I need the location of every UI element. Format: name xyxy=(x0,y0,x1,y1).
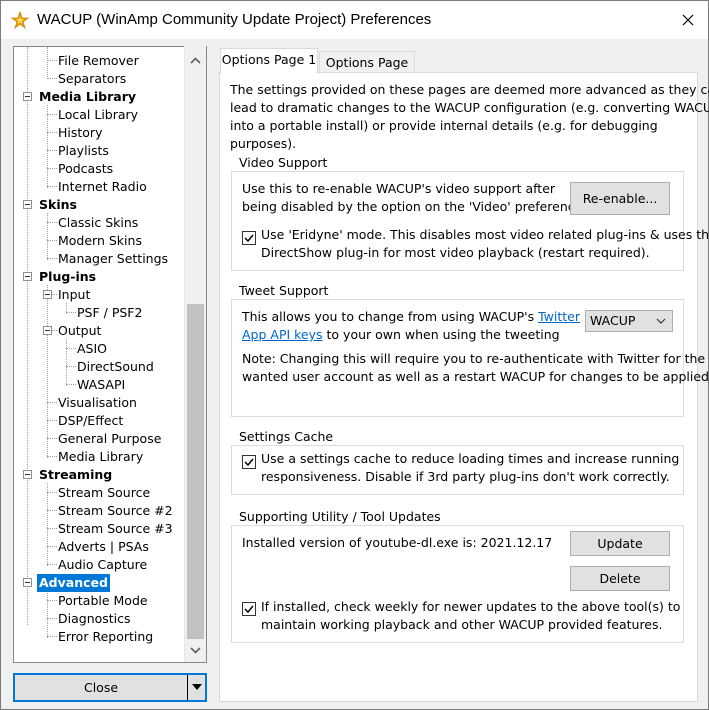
video-desc-line-2: being disabled by the option on the 'Vid… xyxy=(242,199,589,214)
tree-item-advanced[interactable]: Advanced xyxy=(14,574,186,592)
tree-item-visualisation[interactable]: Visualisation xyxy=(14,394,186,412)
tree-item-error-reporting[interactable]: Error Reporting xyxy=(14,628,186,646)
re-enable-button[interactable]: Re-enable... xyxy=(570,182,670,215)
tree-item-classic-skins[interactable]: Classic Skins xyxy=(14,214,186,232)
tree-item-audio-capture[interactable]: Audio Capture xyxy=(14,556,186,574)
settings-cache-checkbox[interactable] xyxy=(242,455,256,469)
tree-item-plug-ins[interactable]: Plug-ins xyxy=(14,268,186,286)
tree-item-directsound[interactable]: DirectSound xyxy=(14,358,186,376)
tool-updates-title: Supporting Utility / Tool Updates xyxy=(236,509,444,525)
preferences-tree[interactable]: File Remover Separators Media Library Lo… xyxy=(13,46,207,663)
scroll-down-icon[interactable] xyxy=(185,640,206,660)
intro-line-2: lead to dramatic changes to the WACUP co… xyxy=(230,100,709,115)
twitter-link[interactable]: Twitter xyxy=(538,309,580,324)
tweet-desc-line-2: App API keys to your own when using the … xyxy=(242,326,560,344)
settings-cache-label-2: responsiveness. Disable if 3rd party plu… xyxy=(261,469,670,484)
split-divider xyxy=(187,675,188,700)
tab-options-page-2[interactable]: Options Page 2 xyxy=(319,51,415,91)
tree-item-manager-settings[interactable]: Manager Settings xyxy=(14,250,186,268)
tree-item-podcasts[interactable]: Podcasts xyxy=(14,160,186,178)
tree-item-adverts-psas[interactable]: Adverts | PSAs xyxy=(14,538,186,556)
tweet-desc-prefix: This allows you to change from using WAC… xyxy=(242,309,539,324)
dropdown-arrow-icon[interactable] xyxy=(192,683,202,691)
chevron-down-icon xyxy=(656,318,666,324)
eridyne-mode-checkbox[interactable] xyxy=(242,231,256,245)
tree-scrollbar[interactable] xyxy=(184,46,206,662)
tree-item-media-library[interactable]: Media Library xyxy=(14,88,186,106)
tree-item-internet-radio[interactable]: Internet Radio xyxy=(14,178,186,196)
tree-item-stream-source-2[interactable]: Stream Source #2 xyxy=(14,502,186,520)
tree-item-history[interactable]: History xyxy=(14,124,186,142)
eridyne-mode-label-1: Use 'Eridyne' mode. This disables most v… xyxy=(261,227,709,242)
update-button[interactable]: Update xyxy=(570,531,670,556)
installed-version-text: Installed version of youtube-dl.exe is: … xyxy=(242,535,553,550)
tree-item-general-purpose[interactable]: General Purpose xyxy=(14,430,186,448)
tree-item-playlists[interactable]: Playlists xyxy=(14,142,186,160)
tree-item-modern-skins[interactable]: Modern Skins xyxy=(14,232,186,250)
tree-item-asio[interactable]: ASIO xyxy=(14,340,186,358)
tree-item-stream-source-3[interactable]: Stream Source #3 xyxy=(14,520,186,538)
tree-item-skins[interactable]: Skins xyxy=(14,196,186,214)
tree-item-psf[interactable]: PSF / PSF2 xyxy=(14,304,186,322)
checkmark-icon xyxy=(244,458,254,467)
eridyne-mode-label-2: DirectShow plug-in for most video playba… xyxy=(261,245,650,260)
tree-item-local-library[interactable]: Local Library xyxy=(14,106,186,124)
tweet-note-line-2: wanted user account as well as a restart… xyxy=(242,369,709,384)
settings-cache-label-1: Use a settings cache to reduce loading t… xyxy=(261,451,680,466)
tree-item-separators[interactable]: Separators xyxy=(14,70,186,88)
checkmark-icon xyxy=(244,605,254,614)
close-button-label: Close xyxy=(83,680,119,695)
tweet-keys-select-value: WACUP xyxy=(590,313,636,328)
tab-options-page-1[interactable]: Options Page 1 xyxy=(220,48,318,74)
options-page-1-panel: The settings provided on these pages are… xyxy=(219,72,709,702)
tree-item-file-remover[interactable]: File Remover xyxy=(14,52,186,70)
scroll-up-icon[interactable] xyxy=(185,51,206,71)
tweet-keys-select[interactable]: WACUP xyxy=(585,310,673,332)
weekly-update-checkbox[interactable] xyxy=(242,602,256,616)
tree-item-portable-mode[interactable]: Portable Mode xyxy=(14,592,186,610)
intro-line-1: The settings provided on these pages are… xyxy=(230,82,709,97)
preferences-window: WACUP (WinAmp Community Update Project) … xyxy=(0,0,709,710)
tree-item-input[interactable]: Input xyxy=(14,286,186,304)
app-api-keys-link[interactable]: App API keys xyxy=(242,327,323,342)
tweet-desc-line-1: This allows you to change from using WAC… xyxy=(242,308,580,326)
window-title: WACUP (WinAmp Community Update Project) … xyxy=(37,11,432,28)
tree-item-diagnostics[interactable]: Diagnostics xyxy=(14,610,186,628)
tweet-note-line-1: Note: Changing this will require you to … xyxy=(242,351,706,366)
intro-line-3: into a portable install) or provide inte… xyxy=(230,118,658,133)
close-button[interactable]: Close xyxy=(13,673,207,702)
close-window-icon[interactable] xyxy=(677,9,699,31)
delete-button[interactable]: Delete xyxy=(570,566,670,591)
tweet-desc-suffix: to your own when using the tweeting xyxy=(322,327,560,342)
wacup-logo-icon xyxy=(11,11,29,29)
weekly-update-label-2: maintain working playback and other WACU… xyxy=(261,617,663,632)
tree-item-dsp-effect[interactable]: DSP/Effect xyxy=(14,412,186,430)
intro-line-4: purposes). xyxy=(230,136,297,151)
tree-item-streaming[interactable]: Streaming xyxy=(14,466,186,484)
weekly-update-label-1: If installed, check weekly for newer upd… xyxy=(261,599,681,614)
tree-item-wasapi[interactable]: WASAPI xyxy=(14,376,186,394)
tweet-support-title: Tweet Support xyxy=(236,283,332,299)
tree-item-stream-source[interactable]: Stream Source xyxy=(14,484,186,502)
settings-cache-title: Settings Cache xyxy=(236,429,337,445)
video-desc-line-1: Use this to re-enable WACUP's video supp… xyxy=(242,181,556,196)
video-support-title: Video Support xyxy=(236,155,331,171)
tree-item-media-library-plugin[interactable]: Media Library xyxy=(14,448,186,466)
scroll-thumb[interactable] xyxy=(187,304,204,639)
checkmark-icon xyxy=(244,234,254,243)
title-bar[interactable]: WACUP (WinAmp Community Update Project) … xyxy=(1,1,708,39)
tree-item-output[interactable]: Output xyxy=(14,322,186,340)
